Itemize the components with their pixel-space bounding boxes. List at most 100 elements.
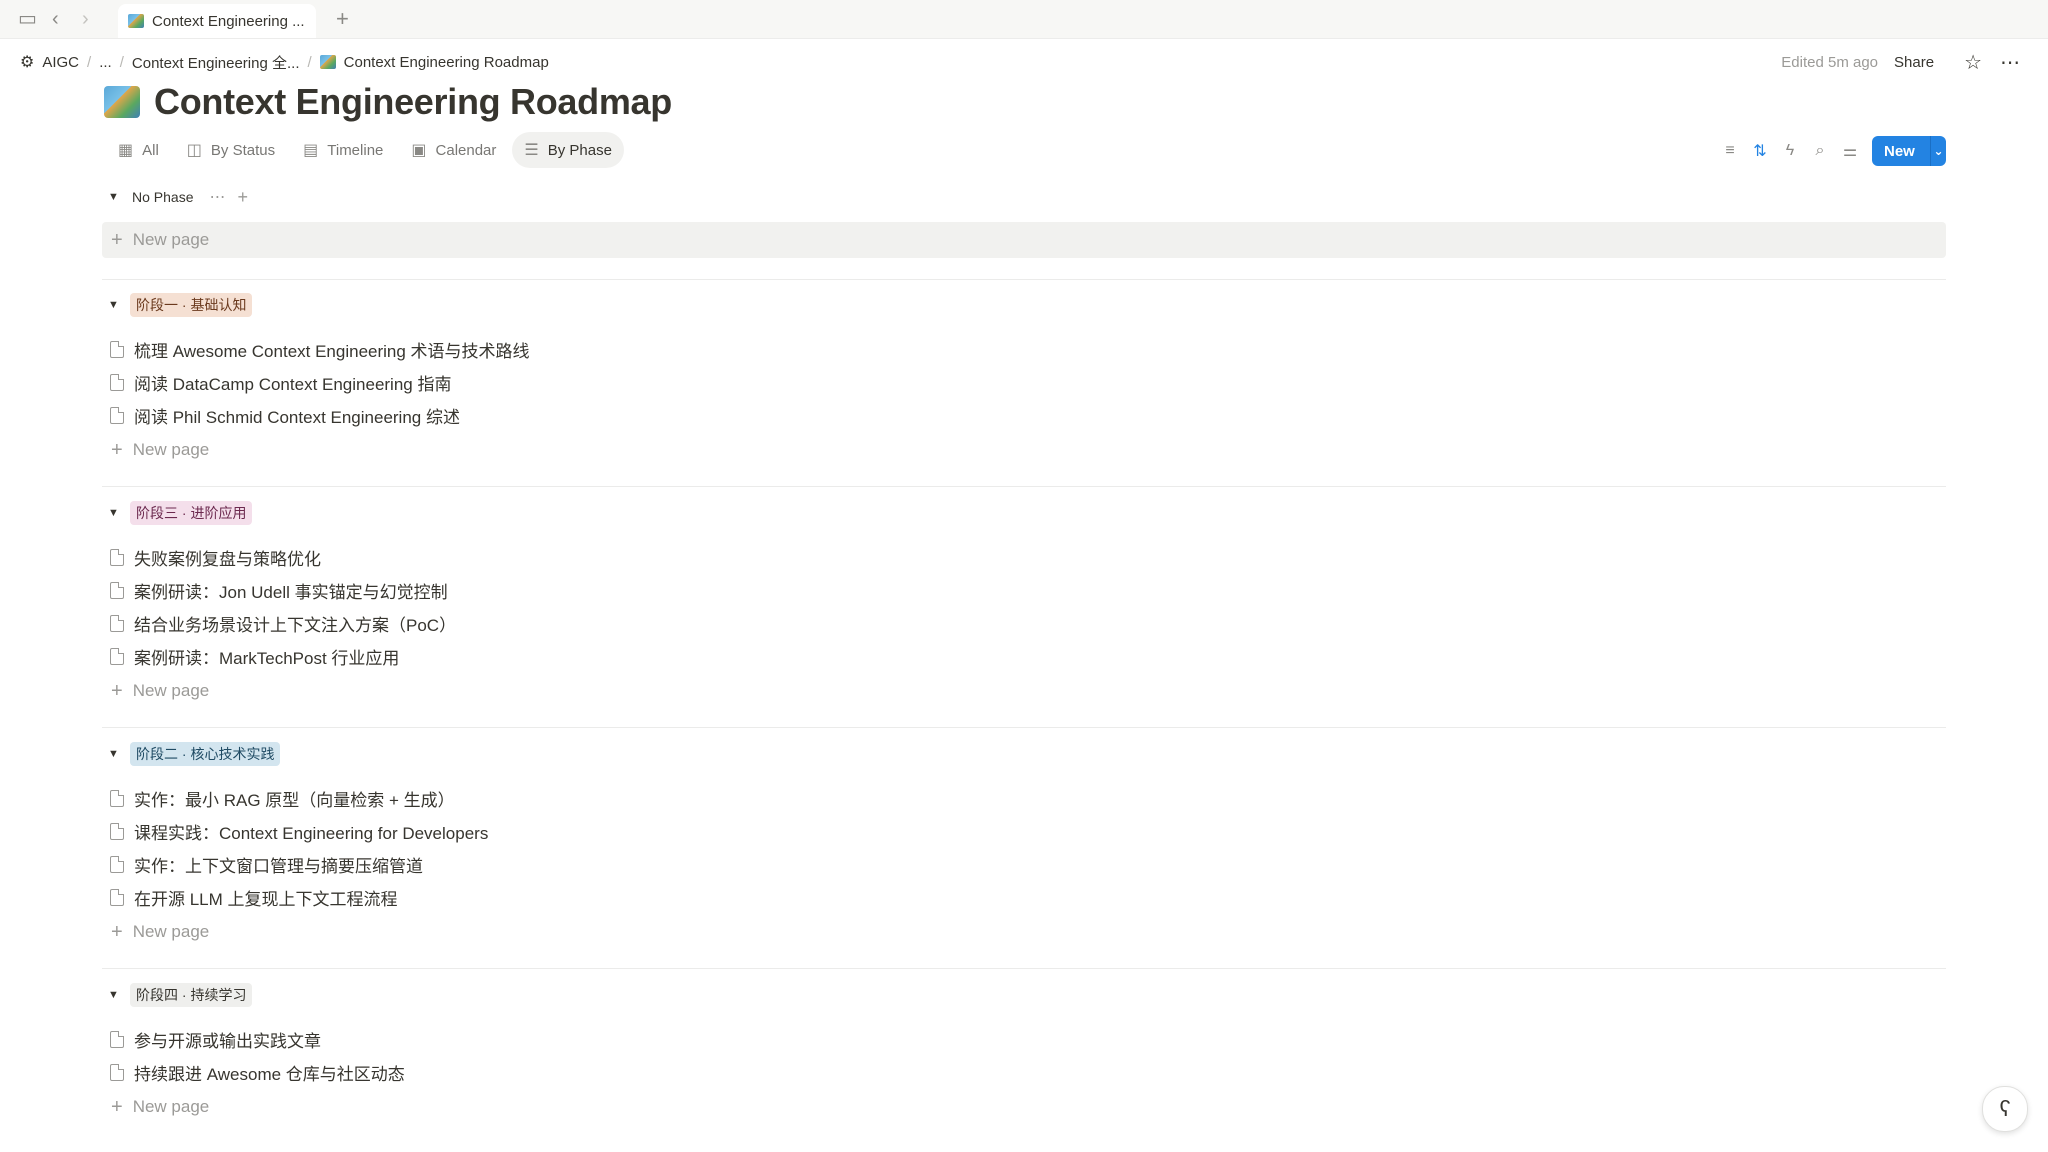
plus-icon[interactable]: + (237, 187, 248, 208)
browser-tab[interactable]: Context Engineering ... (118, 4, 316, 38)
tab-label: Timeline (327, 141, 384, 159)
group-name[interactable]: 阶段三 · 进阶应用 (130, 501, 253, 525)
list-item[interactable]: 实作：上下文窗口管理与摘要压缩管道 (102, 848, 1946, 881)
new-page-row[interactable]: + New page (102, 673, 1946, 709)
collapse-triangle-icon[interactable]: ▼ (102, 748, 130, 760)
new-page-label: New page (132, 681, 210, 700)
tab-all[interactable]: ▦ All (106, 132, 171, 168)
page-icon (110, 790, 124, 807)
list-item[interactable]: 结合业务场景设计上下文注入方案（PoC） (102, 607, 1946, 640)
page-icon (110, 341, 124, 358)
group-phase-two: ▼ 阶段二 · 核心技术实践 实作：最小 RAG 原型（向量检索 + 生成） 课… (102, 738, 1946, 950)
tab-calendar[interactable]: ▣ Calendar (399, 132, 508, 168)
page-actions: Edited 5m ago Share ☆ ⋯ (1781, 50, 2020, 74)
tab-label: Calendar (435, 141, 497, 159)
breadcrumb-current[interactable]: Context Engineering Roadmap (344, 54, 549, 71)
plus-icon: + (111, 920, 123, 943)
timeline-icon: ▤ (303, 142, 319, 159)
list-item[interactable]: 阅读 Phil Schmid Context Engineering 综述 (102, 399, 1946, 432)
list-item[interactable]: 阅读 DataCamp Context Engineering 指南 (102, 366, 1946, 399)
new-page-label: New page (132, 1097, 210, 1116)
filter-icon[interactable]: ≡ (1722, 142, 1738, 160)
assistant-face-icon: ʕ (1999, 1096, 2011, 1121)
tab-by-phase[interactable]: ☰ By Phase (512, 132, 624, 168)
page-icon (110, 1031, 124, 1048)
view-tabs: ▦ All ◫ By Status ▤ Timeline ▣ Calendar … (106, 132, 628, 168)
list-icon: ☰ (524, 142, 539, 159)
page-icon (110, 856, 124, 873)
page-icon (110, 823, 124, 840)
group-name[interactable]: 阶段二 · 核心技术实践 (130, 742, 281, 766)
new-page-label: New page (132, 922, 210, 941)
new-page-row[interactable]: + New page (102, 1089, 1946, 1125)
tab-timeline[interactable]: ▤ Timeline (291, 132, 395, 168)
new-page-row[interactable]: + New page (102, 914, 1946, 950)
group-divider (102, 486, 1946, 487)
plus-icon[interactable]: + (336, 0, 349, 38)
breadcrumb-ellipsis[interactable]: ... (99, 54, 112, 71)
group-phase-three: ▼ 阶段三 · 进阶应用 失败案例复盘与策略优化 案例研读：Jon Udell … (102, 497, 1946, 709)
list-item[interactable]: 在开源 LLM 上复现上下文工程流程 (102, 881, 1946, 914)
list-item[interactable]: 梳理 Awesome Context Engineering 术语与技术路线 (102, 333, 1946, 366)
collapse-triangle-icon[interactable]: ▼ (102, 507, 130, 519)
plus-icon: + (111, 1095, 123, 1118)
list-item[interactable]: 课程实践：Context Engineering for Developers (102, 815, 1946, 848)
item-title: 实作：最小 RAG 原型（向量检索 + 生成） (134, 791, 455, 810)
breadcrumb-separator: / (119, 53, 124, 71)
list-item[interactable]: 失败案例复盘与策略优化 (102, 541, 1946, 574)
group-name[interactable]: 阶段一 · 基础认知 (130, 293, 253, 317)
list-item[interactable]: 实作：最小 RAG 原型（向量检索 + 生成） (102, 782, 1946, 815)
browser-tab-title: Context Engineering ... (152, 12, 305, 30)
item-title: 案例研读：Jon Udell 事实锚定与幻觉控制 (134, 583, 448, 602)
plus-icon: + (111, 228, 123, 251)
tab-by-status[interactable]: ◫ By Status (175, 132, 287, 168)
group-name[interactable]: No Phase (130, 187, 199, 207)
star-icon[interactable]: ☆ (1964, 50, 1982, 75)
plus-icon: + (111, 438, 123, 461)
item-title: 结合业务场景设计上下文注入方案（PoC） (134, 616, 457, 635)
collapse-triangle-icon[interactable]: ▼ (102, 299, 130, 311)
forward-arrow-icon[interactable]: › (82, 0, 89, 38)
page-icon (110, 549, 124, 566)
list-item[interactable]: 案例研读：Jon Udell 事实锚定与幻觉控制 (102, 574, 1946, 607)
back-arrow-icon[interactable]: ‹ (52, 0, 59, 38)
page-icon (110, 615, 124, 632)
collapse-triangle-icon[interactable]: ▼ (102, 989, 130, 1001)
more-options-icon[interactable]: ⋯ (2000, 50, 2020, 75)
breadcrumb: ⚙ AIGC / ... / Context Engineering 全... … (20, 50, 549, 74)
openai-logo-icon: ⚙ (20, 54, 35, 71)
search-icon[interactable]: ⌕ (1812, 142, 1828, 160)
list-item[interactable]: 案例研读：MarkTechPost 行业应用 (102, 640, 1946, 673)
more-options-icon[interactable]: ⋯ (209, 187, 225, 207)
chevron-down-icon[interactable]: ⌄ (1931, 144, 1946, 158)
page-icon (110, 648, 124, 665)
map-emoji-icon (128, 14, 144, 28)
list-item[interactable]: 参与开源或输出实践文章 (102, 1023, 1946, 1056)
new-button[interactable]: New ⌄ (1872, 136, 1946, 166)
new-page-row[interactable]: + New page (102, 222, 1946, 258)
breadcrumb-workspace[interactable]: AIGC (42, 54, 79, 71)
item-title: 在开源 LLM 上复现上下文工程流程 (134, 890, 398, 909)
breadcrumb-separator: / (307, 53, 312, 71)
page-icon (110, 374, 124, 391)
help-assistant-avatar[interactable]: ʕ (1982, 1086, 2028, 1132)
group-name[interactable]: 阶段四 · 持续学习 (130, 983, 253, 1007)
breadcrumb-parent[interactable]: Context Engineering 全... (132, 52, 300, 73)
page-title[interactable]: Context Engineering Roadmap (154, 81, 672, 123)
sidebar-toggle-icon[interactable]: ▭ (18, 0, 37, 38)
item-title: 阅读 Phil Schmid Context Engineering 综述 (134, 408, 460, 427)
list-item[interactable]: 持续跟进 Awesome 仓库与社区动态 (102, 1056, 1946, 1089)
calendar-icon: ▣ (411, 142, 427, 159)
item-title: 梳理 Awesome Context Engineering 术语与技术路线 (134, 342, 530, 361)
browser-tab-bar: ▭ ‹ › Context Engineering ... + (0, 0, 2048, 39)
group-phase-one: ▼ 阶段一 · 基础认知 梳理 Awesome Context Engineer… (102, 289, 1946, 468)
sort-icon[interactable]: ⇅ (1752, 141, 1768, 161)
collapse-triangle-icon[interactable]: ▼ (102, 191, 130, 203)
settings-sliders-icon[interactable]: ⚌ (1842, 141, 1858, 161)
tab-label: By Status (210, 141, 276, 159)
item-title: 参与开源或输出实践文章 (134, 1032, 321, 1051)
map-emoji-icon[interactable] (104, 86, 140, 118)
new-page-row[interactable]: + New page (102, 432, 1946, 468)
share-button[interactable]: Share (1894, 54, 1934, 71)
automation-icon[interactable]: ϟ (1782, 142, 1798, 160)
